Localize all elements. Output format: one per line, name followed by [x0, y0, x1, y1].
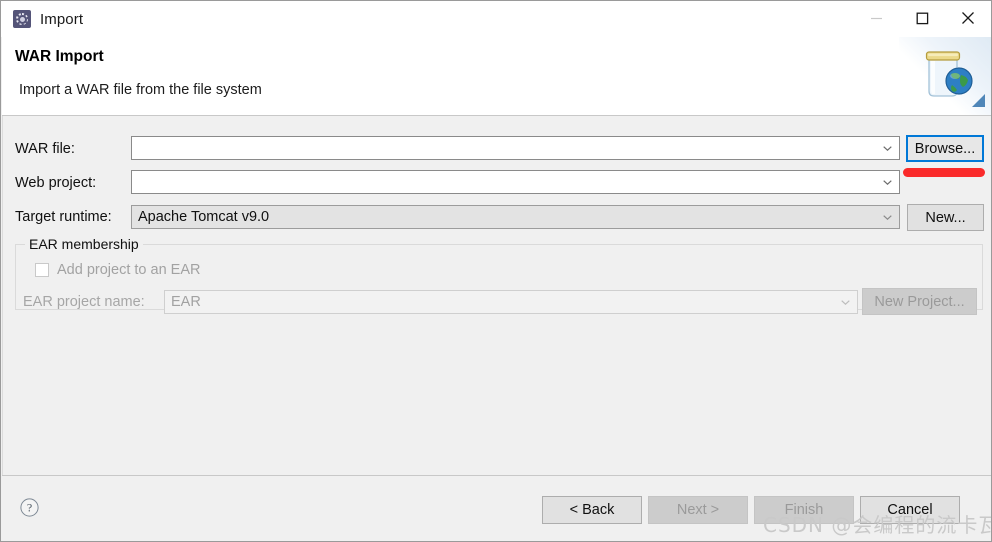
window-title: Import: [40, 10, 84, 28]
back-button[interactable]: < Back: [542, 496, 642, 524]
web-project-combo[interactable]: [131, 170, 900, 194]
add-project-to-ear-row[interactable]: Add project to an EAR: [35, 262, 200, 278]
ear-project-name-label: EAR project name:: [23, 294, 145, 310]
maximize-button[interactable]: [899, 1, 945, 35]
new-project-button[interactable]: New Project...: [862, 288, 977, 315]
wizard-content: WAR file: Browse... Web project: Target …: [2, 116, 991, 475]
target-runtime-row: Target runtime:: [15, 205, 112, 229]
browse-button[interactable]: Browse...: [906, 135, 984, 162]
ear-project-name-combo[interactable]: EAR: [164, 290, 858, 314]
web-project-label: Web project:: [15, 175, 97, 191]
page-title: WAR Import: [15, 48, 104, 65]
ear-project-name-value: EAR: [171, 294, 201, 310]
close-icon: [962, 12, 974, 24]
ear-membership-title: EAR membership: [25, 236, 143, 252]
war-file-row: WAR file:: [15, 137, 75, 161]
chevron-down-icon: [883, 146, 892, 151]
header-banner: [899, 37, 991, 115]
next-button[interactable]: Next >: [648, 496, 748, 524]
import-wizard-window: Import WAR Import Import a WAR file from…: [0, 0, 992, 542]
target-runtime-label: Target runtime:: [15, 209, 112, 225]
target-runtime-value: Apache Tomcat v9.0: [138, 209, 270, 225]
page-description: Import a WAR file from the file system: [19, 82, 262, 98]
ear-project-name-row: EAR project name:: [23, 290, 145, 314]
wizard-header: WAR Import Import a WAR file from the fi…: [2, 37, 991, 116]
csdn-watermark: CSDN @会编程的流卡瓦: [763, 513, 992, 537]
target-runtime-combo[interactable]: Apache Tomcat v9.0: [131, 205, 900, 229]
add-project-to-ear-checkbox[interactable]: [35, 263, 49, 277]
war-globe-icon: [925, 51, 973, 97]
minimize-icon: [870, 17, 882, 19]
svg-text:?: ?: [27, 501, 32, 515]
help-circle-icon: ?: [20, 498, 39, 517]
war-file-label: WAR file:: [15, 141, 75, 157]
eclipse-import-icon: [13, 10, 31, 28]
close-button[interactable]: [945, 1, 991, 35]
minimize-button[interactable]: [853, 1, 899, 35]
help-button[interactable]: ?: [20, 498, 39, 517]
war-file-combo[interactable]: [131, 136, 900, 160]
add-project-to-ear-label: Add project to an EAR: [57, 262, 201, 278]
web-project-row: Web project:: [15, 171, 96, 195]
title-bar: Import: [1, 1, 991, 37]
red-highlight-annotation: [903, 168, 985, 177]
chevron-down-icon: [883, 215, 892, 220]
window-controls: [853, 1, 991, 35]
chevron-down-icon: [883, 180, 892, 185]
maximize-icon: [916, 12, 928, 24]
new-runtime-button[interactable]: New...: [907, 204, 984, 231]
chevron-down-icon: [841, 300, 850, 305]
